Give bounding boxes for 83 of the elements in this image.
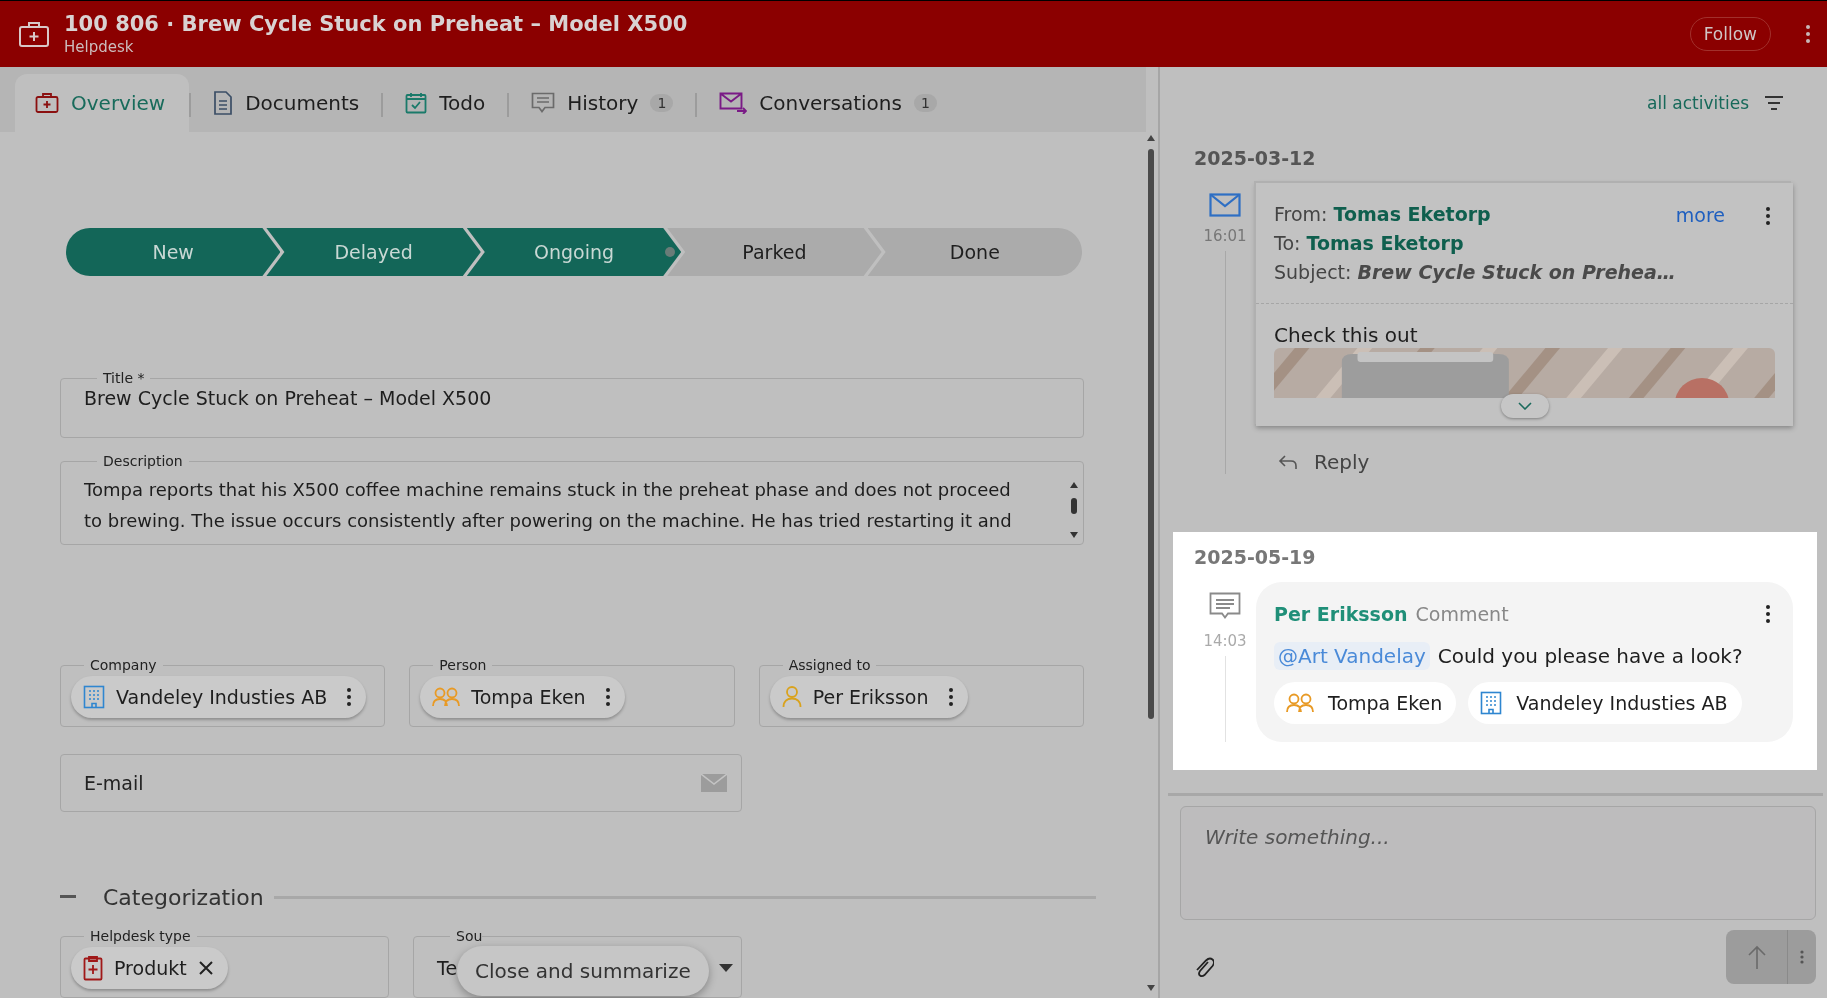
field-label: Description <box>102 452 184 470</box>
field-label: Company <box>89 656 158 674</box>
chip[interactable]: Vandeley Industies AB <box>1468 682 1742 724</box>
arrow-up-icon <box>1747 945 1766 969</box>
section-heading: Categorization <box>103 884 264 910</box>
stage-step[interactable]: Ongoing <box>466 228 682 276</box>
record-title: 100 806 · Brew Cycle Stuck on Preheat – Model X500 <box>64 11 688 37</box>
field-label: From: <box>1274 203 1328 225</box>
envelope-icon <box>1209 193 1241 217</box>
tab[interactable]: Todo <box>383 74 508 132</box>
stage-step[interactable]: Parked <box>667 228 882 276</box>
scrollbar[interactable] <box>1069 480 1079 540</box>
message-icon <box>531 92 556 114</box>
title-field[interactable]: Title * Brew Cycle Stuck on Preheat – Model X500 <box>60 369 1084 438</box>
envelope-arrow-icon <box>719 92 748 114</box>
count-badge: 1 <box>913 94 937 112</box>
field-label: Sou <box>455 927 483 945</box>
activity-time: 16:01 <box>1203 227 1247 245</box>
sender-name: Tomas Eketorp <box>1333 203 1491 225</box>
chip[interactable]: Per Eriksson <box>769 676 968 718</box>
envelope-icon <box>701 774 727 792</box>
description-text-line: Tompa reports that his X500 coffee machine remains stuck in the preheat phase and does not proceed <box>84 478 1012 502</box>
reply-button[interactable]: Reply <box>1278 450 1370 474</box>
email-body-text: Check this out <box>1274 322 1419 348</box>
more-options-icon <box>1765 206 1772 226</box>
more-options-icon <box>346 687 353 707</box>
chip[interactable]: Tompa Eken <box>1274 682 1457 724</box>
recipient-name: Tomas Eketorp <box>1306 232 1464 254</box>
close-icon <box>197 960 214 976</box>
record-type: Helpdesk <box>64 37 135 57</box>
activity-time: 14:03 <box>1203 632 1247 650</box>
tab[interactable]: Documents <box>191 74 382 132</box>
field-label: Title * <box>102 369 146 387</box>
building-icon <box>1480 691 1503 715</box>
person-icon <box>781 686 802 708</box>
building-icon <box>83 685 105 709</box>
collapse-toggle[interactable] <box>60 895 76 899</box>
comment-text: Could you please have a look? <box>1437 644 1743 668</box>
count-badge: 1 <box>650 94 674 112</box>
tab[interactable]: History 1 <box>509 74 696 132</box>
more-options-icon <box>947 687 954 707</box>
comment-input[interactable]: Write something... <box>1180 806 1816 920</box>
current-stage-dot <box>665 247 676 257</box>
field-label: Person <box>438 656 488 674</box>
activity-filter-link[interactable]: all activities <box>1647 93 1749 113</box>
paperclip-icon <box>1194 955 1214 979</box>
more-options-icon <box>1765 604 1772 624</box>
clipboard-plus-icon <box>83 955 103 981</box>
tab[interactable]: Conversations 1 <box>697 74 959 132</box>
document-icon <box>213 91 234 115</box>
more-options-icon <box>1800 950 1804 964</box>
field-label: Helpdesk type <box>89 927 192 945</box>
briefcase-icon <box>18 20 50 48</box>
people-icon <box>1286 693 1314 713</box>
dropdown-caret-icon <box>719 964 733 972</box>
activity-date: 2025-05-19 <box>1194 546 1317 568</box>
reply-icon <box>1278 454 1298 470</box>
filter-icon <box>1765 96 1783 110</box>
minus-icon <box>60 895 76 899</box>
chip[interactable]: Produkt <box>71 947 228 989</box>
more-options-icon <box>1805 24 1811 44</box>
chevron-down-icon <box>1517 402 1532 410</box>
briefcase-icon <box>35 92 59 114</box>
people-icon <box>432 687 461 707</box>
activity-date: 2025-03-12 <box>1194 147 1317 169</box>
description-field[interactable] <box>60 452 1084 545</box>
stage-step[interactable]: New <box>66 228 281 276</box>
chip[interactable]: Vandeley Industies AB <box>71 676 367 718</box>
email-subject: Brew Cycle Stuck on Prehea… <box>1357 261 1676 283</box>
description-text-line: to brewing. The issue occurs consistently after powering on the machine. He has tried restarting it and <box>84 509 1013 533</box>
chip[interactable]: Tompa Eken <box>420 676 625 718</box>
calendar-check-icon <box>405 92 428 114</box>
attach-button[interactable] <box>1194 955 1214 979</box>
activity-type: Comment <box>1415 603 1509 625</box>
field-label: To: <box>1274 232 1301 254</box>
more-options-icon <box>604 687 611 707</box>
author-name: Per Eriksson <box>1274 603 1408 625</box>
field-label: Subject: <box>1274 261 1352 283</box>
close-and-summarize-button[interactable]: Close and summarize <box>457 946 709 996</box>
stage-step[interactable]: Delayed <box>266 228 481 276</box>
field-label: Assigned to <box>787 656 872 674</box>
email-field[interactable]: E-mail <box>60 754 742 812</box>
stage-step[interactable]: Done <box>867 228 1083 276</box>
